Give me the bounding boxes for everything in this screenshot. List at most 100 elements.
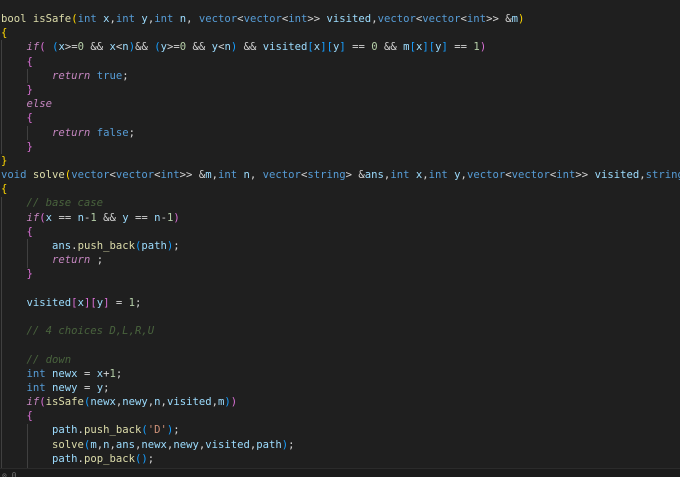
code-token: path bbox=[256, 438, 282, 451]
code-line[interactable]: } bbox=[1, 154, 680, 168]
code-line[interactable]: // 4 choices D,L,R,U bbox=[1, 324, 680, 338]
code-token: == bbox=[128, 211, 155, 224]
code-line[interactable]: int newx = x+1; bbox=[1, 367, 680, 381]
code-line[interactable]: path.pop_back(); bbox=[1, 452, 680, 466]
code-line[interactable]: else bbox=[1, 97, 680, 111]
code-token: ans bbox=[115, 438, 136, 451]
code-line[interactable]: { bbox=[1, 225, 680, 239]
code-line[interactable]: ans.push_back(path); bbox=[1, 239, 680, 253]
code-token: newy bbox=[122, 396, 148, 409]
status-strip: ⊗ 0 bbox=[0, 468, 680, 477]
code-area[interactable]: bool isSafe(int x,int y,int n, vector<ve… bbox=[1, 12, 680, 466]
code-token: else bbox=[26, 98, 53, 111]
code-token: } bbox=[26, 140, 33, 153]
code-token: false bbox=[96, 126, 129, 139]
code-line[interactable]: // down bbox=[1, 353, 680, 367]
code-line[interactable]: visited[x][y] = 1; bbox=[1, 296, 680, 310]
code-token: // base case bbox=[26, 197, 104, 210]
code-token: { bbox=[26, 410, 33, 423]
code-token: = bbox=[77, 381, 97, 394]
code-token: if bbox=[26, 211, 40, 224]
code-token: , bbox=[186, 13, 199, 25]
code-token: { bbox=[26, 112, 33, 125]
code-line[interactable] bbox=[1, 282, 680, 296]
code-token: if bbox=[26, 396, 40, 409]
code-token: path bbox=[52, 424, 78, 437]
code-token: if bbox=[26, 41, 40, 54]
code-line[interactable]: if( (x>=0 && x<n)&& (y>=0 && y<n) && vis… bbox=[1, 40, 680, 54]
code-token: int bbox=[217, 169, 238, 182]
code-token: vector bbox=[115, 169, 155, 182]
code-token: ; bbox=[103, 381, 110, 394]
code-token: solve bbox=[52, 438, 84, 451]
code-line[interactable]: if(x == n-1 && y == n-1) bbox=[1, 211, 680, 225]
code-line[interactable]: // base case bbox=[1, 196, 680, 210]
code-line[interactable]: int newy = y; bbox=[1, 381, 680, 395]
code-line[interactable]: bool isSafe(int x,int y,int n, vector<ve… bbox=[1, 12, 680, 26]
code-token: visited bbox=[262, 41, 308, 54]
code-line[interactable]: { bbox=[1, 409, 680, 423]
code-line[interactable]: path.push_back('D'); bbox=[1, 423, 680, 437]
code-line[interactable] bbox=[1, 338, 680, 352]
code-token: int bbox=[154, 13, 174, 25]
code-token: int bbox=[288, 13, 308, 25]
code-token: = bbox=[109, 296, 129, 309]
code-token: // down bbox=[26, 353, 72, 366]
code-line[interactable] bbox=[1, 310, 680, 324]
code-token: && bbox=[186, 41, 212, 54]
code-token: ) bbox=[479, 41, 487, 54]
code-line[interactable]: } bbox=[1, 140, 680, 154]
code-line[interactable]: if(isSafe(newx,newy,n,visited,m)) bbox=[1, 395, 680, 409]
code-token: vector bbox=[243, 13, 282, 25]
code-line[interactable]: return true; bbox=[1, 69, 680, 83]
code-token: ) bbox=[517, 13, 525, 25]
code-token: vector bbox=[422, 13, 461, 25]
code-token: int bbox=[77, 13, 97, 25]
code-token: newx bbox=[90, 396, 116, 409]
code-token: && bbox=[96, 211, 123, 224]
code-token: == bbox=[447, 41, 474, 54]
code-token: isSafe bbox=[45, 396, 84, 409]
problems-count[interactable]: ⊗ 0 bbox=[2, 471, 16, 477]
code-token: >> bbox=[486, 13, 499, 25]
code-token: path bbox=[141, 240, 167, 252]
code-token: newy bbox=[52, 381, 78, 394]
code-token: // 4 choices D,L,R,U bbox=[26, 325, 155, 338]
code-token: visited bbox=[166, 396, 212, 409]
code-token: isSafe bbox=[32, 13, 72, 25]
code-line[interactable]: { bbox=[1, 26, 680, 40]
code-token: newx bbox=[52, 367, 78, 380]
code-token: == bbox=[345, 41, 372, 54]
code-line[interactable]: void solve(vector<vector<int>> &m,int n,… bbox=[1, 168, 680, 182]
code-token: ; bbox=[147, 452, 155, 465]
code-token: newx bbox=[141, 438, 167, 451]
code-line[interactable]: { bbox=[1, 55, 680, 69]
code-token: && bbox=[135, 41, 155, 54]
code-token: vector bbox=[71, 169, 110, 182]
code-token: & bbox=[498, 13, 512, 25]
code-token: return bbox=[52, 254, 91, 267]
code-line[interactable]: } bbox=[1, 267, 680, 281]
code-token: ) bbox=[173, 211, 180, 224]
code-token: visited bbox=[205, 438, 250, 451]
code-line[interactable]: { bbox=[1, 182, 680, 196]
code-token: && bbox=[84, 41, 110, 54]
code-token: ) bbox=[230, 396, 238, 409]
code-token: vector bbox=[198, 13, 238, 25]
code-editor[interactable]: bool isSafe(int x,int y,int n, vector<ve… bbox=[0, 0, 680, 477]
code-token: >> bbox=[575, 169, 589, 182]
code-line[interactable]: solve(m,n,ans,newx,newy,visited,path); bbox=[1, 438, 680, 452]
code-line[interactable]: } bbox=[1, 83, 680, 97]
code-line[interactable]: return false; bbox=[1, 126, 680, 140]
code-line[interactable]: return ; bbox=[1, 253, 680, 267]
code-line[interactable]: { bbox=[1, 111, 680, 125]
